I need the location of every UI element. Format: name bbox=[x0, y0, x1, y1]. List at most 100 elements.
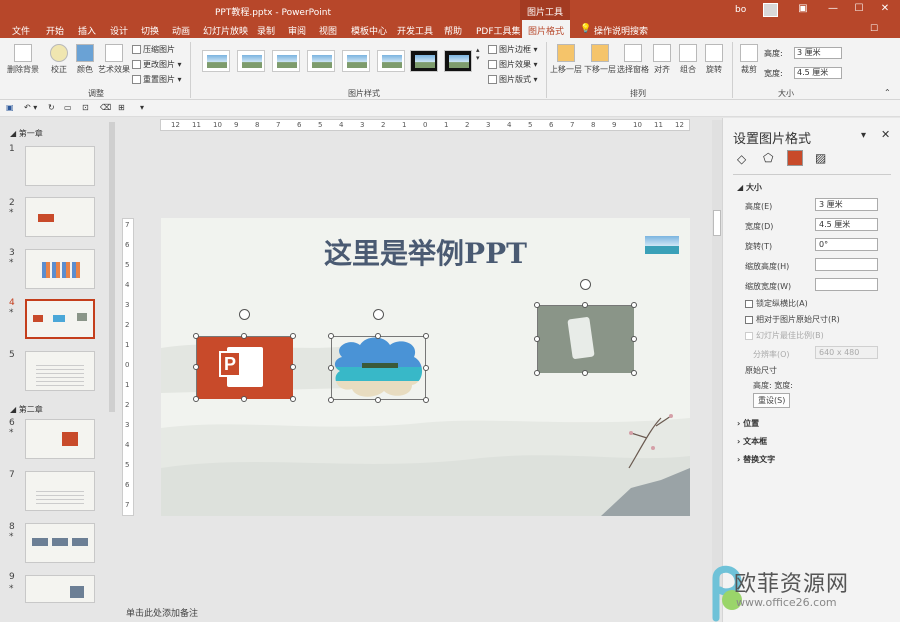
resize-handle[interactable] bbox=[193, 364, 199, 370]
tab-help[interactable]: 帮助 bbox=[444, 24, 462, 37]
resize-handle[interactable] bbox=[241, 333, 247, 339]
resize-handle[interactable] bbox=[328, 397, 334, 403]
slide-title[interactable]: 这里是举例PPT bbox=[161, 232, 690, 272]
editor-scrollbar[interactable] bbox=[712, 120, 722, 600]
selection-pane-button[interactable]: 选择窗格 bbox=[617, 44, 649, 75]
remove-background-button[interactable]: 删除背景 bbox=[6, 44, 40, 75]
styles-scroll-icon[interactable]: ▴ ▾ bbox=[476, 46, 480, 62]
tell-me-search[interactable]: 操作说明搜索 bbox=[594, 24, 648, 37]
size-properties-icon[interactable] bbox=[787, 150, 803, 166]
resize-handle[interactable] bbox=[375, 397, 381, 403]
scale-height-input[interactable] bbox=[815, 258, 878, 271]
thumb-scrollbar[interactable] bbox=[109, 122, 115, 412]
tab-record[interactable]: 录制 bbox=[257, 24, 275, 37]
resize-handle[interactable] bbox=[582, 370, 588, 376]
reset-size-button[interactable]: 重设(S) bbox=[753, 393, 791, 408]
slide-thumb-8[interactable] bbox=[25, 523, 95, 563]
picture-layout-button[interactable]: 图片版式 ▾ bbox=[488, 74, 538, 85]
resize-handle[interactable] bbox=[631, 302, 637, 308]
resize-handle[interactable] bbox=[423, 397, 429, 403]
position-section-header[interactable]: › 位置 bbox=[737, 418, 759, 429]
lock-aspect-checkbox[interactable]: 锁定纵横比(A) bbox=[745, 298, 808, 309]
slide-thumb-9[interactable] bbox=[25, 575, 95, 603]
picture-style-1[interactable] bbox=[202, 50, 230, 72]
rotate-button[interactable]: 旋转 bbox=[703, 44, 725, 75]
tab-pdf[interactable]: PDF工具集 bbox=[476, 24, 521, 37]
color-button[interactable]: 颜色 bbox=[74, 44, 96, 75]
picture-style-5[interactable] bbox=[342, 50, 370, 72]
slide-thumb-3[interactable] bbox=[25, 249, 95, 289]
bring-forward-button[interactable]: 上移一层 bbox=[550, 44, 582, 75]
slide-thumb-4[interactable] bbox=[25, 299, 95, 339]
resize-handle[interactable] bbox=[328, 365, 334, 371]
align-button[interactable]: 对齐 bbox=[651, 44, 673, 75]
collapse-ribbon-icon[interactable]: ⌃ bbox=[884, 88, 891, 97]
slide-thumb-1[interactable] bbox=[25, 146, 95, 186]
close-icon[interactable]: ✕ bbox=[874, 3, 896, 17]
comments-icon[interactable]: ☐ bbox=[870, 24, 878, 34]
artistic-effects-button[interactable]: 艺术效果 bbox=[97, 44, 131, 75]
avatar[interactable] bbox=[763, 3, 778, 17]
ribbon-display-icon[interactable]: ▣ bbox=[792, 3, 814, 17]
resize-handle[interactable] bbox=[423, 333, 429, 339]
resize-handle[interactable] bbox=[290, 396, 296, 402]
tab-developer[interactable]: 开发工具 bbox=[397, 24, 433, 37]
size-section-header[interactable]: ◢ 大小 bbox=[737, 182, 762, 193]
undo-icon[interactable]: ↶ ▾ bbox=[24, 103, 37, 112]
resize-handle[interactable] bbox=[631, 336, 637, 342]
from-beginning-icon[interactable]: ▭ bbox=[64, 103, 72, 112]
touch-mode-icon[interactable]: ⊡ bbox=[82, 103, 89, 112]
crop-button[interactable]: 裁剪 bbox=[738, 44, 760, 75]
slide-thumb-5[interactable] bbox=[25, 351, 95, 391]
width-input[interactable]: 4.5 厘米 bbox=[794, 67, 842, 79]
picture-effects-button[interactable]: 图片效果 ▾ bbox=[488, 59, 538, 70]
tab-file[interactable]: 文件 bbox=[12, 24, 30, 37]
resize-handle[interactable] bbox=[534, 370, 540, 376]
tab-insert[interactable]: 插入 bbox=[78, 24, 96, 37]
scale-width-input[interactable] bbox=[815, 278, 878, 291]
resize-handle[interactable] bbox=[534, 302, 540, 308]
close-pane-icon[interactable]: ✕ bbox=[881, 128, 890, 141]
picture-style-3[interactable] bbox=[272, 50, 300, 72]
tab-review[interactable]: 审阅 bbox=[288, 24, 306, 37]
section-2-header[interactable]: ◢ 第二章 bbox=[10, 404, 43, 415]
tab-picture-format[interactable]: 图片格式 bbox=[522, 20, 571, 38]
resize-handle[interactable] bbox=[534, 336, 540, 342]
resize-handle[interactable] bbox=[193, 333, 199, 339]
slide-thumb-7[interactable] bbox=[25, 471, 95, 511]
resize-handle[interactable] bbox=[375, 333, 381, 339]
small-landscape-image[interactable] bbox=[645, 236, 679, 254]
ppt-logo-image[interactable]: P bbox=[197, 337, 293, 399]
customize-qat-icon[interactable]: ▾ bbox=[140, 103, 144, 112]
save-icon[interactable]: ▣ bbox=[6, 103, 14, 112]
tab-view[interactable]: 视图 bbox=[319, 24, 337, 37]
picture-icon[interactable]: ▨ bbox=[815, 151, 826, 165]
rotate-handle-icon[interactable] bbox=[239, 309, 250, 320]
redo-icon[interactable]: ↻ bbox=[48, 103, 55, 112]
resize-handle[interactable] bbox=[290, 333, 296, 339]
fill-line-icon[interactable]: ◇ bbox=[737, 152, 746, 166]
pane-height-input[interactable]: 3 厘米 bbox=[815, 198, 878, 211]
resize-handle[interactable] bbox=[328, 333, 334, 339]
relative-original-checkbox[interactable]: 相对于图片原始尺寸(R) bbox=[745, 314, 840, 325]
change-picture-button[interactable]: 更改图片 ▾ bbox=[132, 59, 182, 70]
tab-design[interactable]: 设计 bbox=[110, 24, 128, 37]
pane-options-icon[interactable]: ▾ bbox=[861, 130, 866, 141]
resize-handle[interactable] bbox=[582, 302, 588, 308]
tab-templates[interactable]: 模板中心 bbox=[351, 24, 387, 37]
picture-style-7[interactable] bbox=[410, 50, 438, 72]
height-input[interactable]: 3 厘米 bbox=[794, 47, 842, 59]
slide-thumb-2[interactable] bbox=[25, 197, 95, 237]
beach-cloud-image[interactable] bbox=[332, 337, 425, 399]
maximize-icon[interactable]: ☐ bbox=[848, 3, 870, 17]
rotation-input[interactable]: 0° bbox=[815, 238, 878, 251]
picture-style-4[interactable] bbox=[307, 50, 335, 72]
picture-style-6[interactable] bbox=[377, 50, 405, 72]
alt-text-section-header[interactable]: › 替换文字 bbox=[737, 454, 775, 465]
compress-pictures-button[interactable]: 压缩图片 bbox=[132, 44, 175, 55]
resize-handle[interactable] bbox=[193, 396, 199, 402]
grayscale-ppt-image[interactable] bbox=[538, 306, 634, 373]
corrections-button[interactable]: 校正 bbox=[46, 44, 72, 75]
textbox-section-header[interactable]: › 文本框 bbox=[737, 436, 767, 447]
tab-slideshow[interactable]: 幻灯片放映 bbox=[203, 24, 248, 37]
